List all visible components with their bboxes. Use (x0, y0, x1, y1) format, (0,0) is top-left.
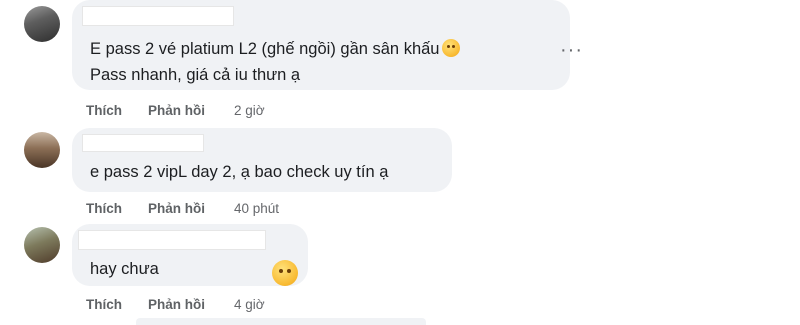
like-button[interactable]: Thích (86, 103, 122, 118)
timestamp[interactable]: 40 phút (234, 201, 279, 216)
timestamp[interactable]: 4 giờ (234, 297, 265, 312)
comment-text-line: hay chưa (90, 260, 159, 278)
comment-bubble: e pass 2 vipL day 2, ạ bao check uy tín … (72, 128, 452, 192)
more-options-icon[interactable]: ··· (560, 40, 583, 60)
reply-button[interactable]: Phản hồi (148, 103, 205, 118)
comment-text-line: E pass 2 vé platium L2 (ghế ngồi) gần sâ… (90, 40, 440, 58)
sad-face-emoji-icon (442, 39, 461, 57)
avatar[interactable] (24, 132, 60, 168)
avatar[interactable] (24, 6, 60, 42)
next-comment-bubble-edge (136, 318, 426, 325)
like-button[interactable]: Thích (86, 201, 122, 216)
redacted-author-name (78, 230, 266, 250)
sad-face-emoji-icon (272, 260, 298, 286)
comment-text-line: Pass nhanh, giá cả iu thưn ạ (90, 66, 301, 84)
redacted-author-name (82, 134, 204, 152)
redacted-author-name (82, 6, 234, 26)
timestamp[interactable]: 2 giờ (234, 103, 265, 118)
like-button[interactable]: Thích (86, 297, 122, 312)
comment-text-line: e pass 2 vipL day 2, ạ bao check uy tín … (90, 163, 389, 181)
reply-button[interactable]: Phản hồi (148, 297, 205, 312)
avatar[interactable] (24, 227, 60, 263)
comment-bubble: E pass 2 vé platium L2 (ghế ngồi) gần sâ… (72, 0, 570, 90)
reply-button[interactable]: Phản hồi (148, 201, 205, 216)
